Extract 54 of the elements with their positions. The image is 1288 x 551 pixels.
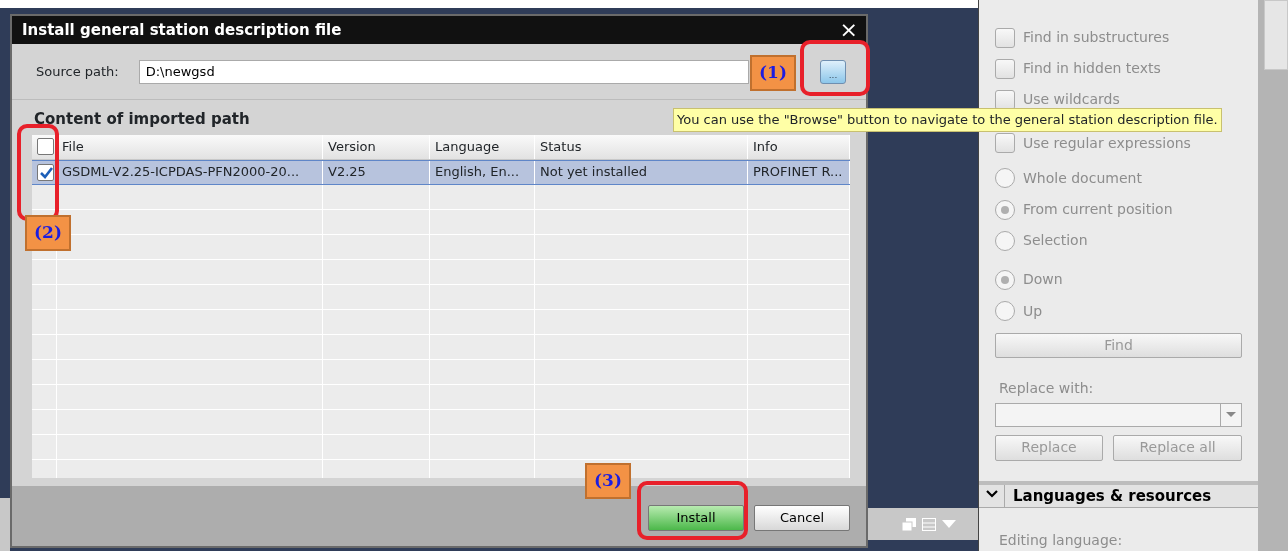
browse-button[interactable]: ... [820,59,846,84]
table-cell: V2.25 [323,160,430,184]
column-header[interactable]: Version [323,134,430,159]
list-icon [922,517,936,531]
table-cell: English, En... [430,160,535,184]
scrollbar-thumb[interactable] [1264,0,1288,70]
option-label: Use regular expressions [1023,133,1191,153]
option-label: Selection [1023,231,1088,251]
table-row[interactable]: GSDML-V2.25-ICPDAS-PFN2000-20... V2.25 English, En... Not yet installed PROFINET R... [32,159,850,185]
install-button[interactable]: Install [648,505,744,531]
table-cell: GSDML-V2.25-ICPDAS-PFN2000-20... [57,160,323,184]
column-header[interactable]: File [57,134,323,159]
step-callout: (3) [585,463,631,499]
section-header[interactable]: Languages & resources [979,480,1258,508]
step-callout: (1) [750,55,796,91]
tooltip: You can use the "Browse" button to navigate to the general station description file. [673,108,1222,132]
option-label: Use wildcards [1023,90,1120,110]
cancel-button[interactable]: Cancel [754,505,850,531]
table-cell: Not yet installed [535,160,748,184]
replace-label: Replace with: [999,379,1095,399]
table-cell: PROFINET R... [748,160,850,184]
option-radio[interactable] [995,230,1015,251]
step-callout: (2) [25,215,71,251]
option-radio[interactable] [995,168,1015,189]
row-checkbox[interactable] [37,163,54,181]
dropdown-arrow-icon [942,520,956,528]
editing-language-label: Editing language: [999,531,1124,550]
replace-field[interactable] [995,403,1242,427]
source-path-field[interactable]: D:\newgsd [138,59,749,84]
option-label: Up [1023,301,1043,321]
option-radio[interactable] [995,269,1015,290]
option-label: From current position [1023,200,1173,220]
section-title: Content of imported path [33,109,251,130]
column-header[interactable]: Status [535,134,748,159]
option-label: Find in substructures [1023,28,1170,48]
column-header[interactable]: Info [748,134,850,159]
close-button[interactable]: × [835,19,862,41]
option-label: Down [1023,270,1063,290]
option-radio[interactable] [995,199,1015,220]
option-checkbox[interactable] [995,27,1015,48]
option-label: Whole document [1023,168,1142,188]
source-path-label: Source path: [36,62,119,81]
highlight-frame [800,40,870,96]
option-label: Find in hidden texts [1023,59,1161,79]
dialog-title: Install general station description file [22,19,342,41]
windows-icon [902,517,916,531]
option-checkbox[interactable] [995,89,1015,110]
option-checkbox[interactable] [995,133,1015,154]
section-title: Languages & resources [1012,485,1212,507]
option-radio[interactable] [995,301,1015,322]
column-header[interactable]: Language [430,134,535,159]
option-checkbox[interactable] [995,58,1015,79]
dropdown-arrow-icon [1226,412,1236,418]
select-all-checkbox[interactable] [37,138,54,155]
